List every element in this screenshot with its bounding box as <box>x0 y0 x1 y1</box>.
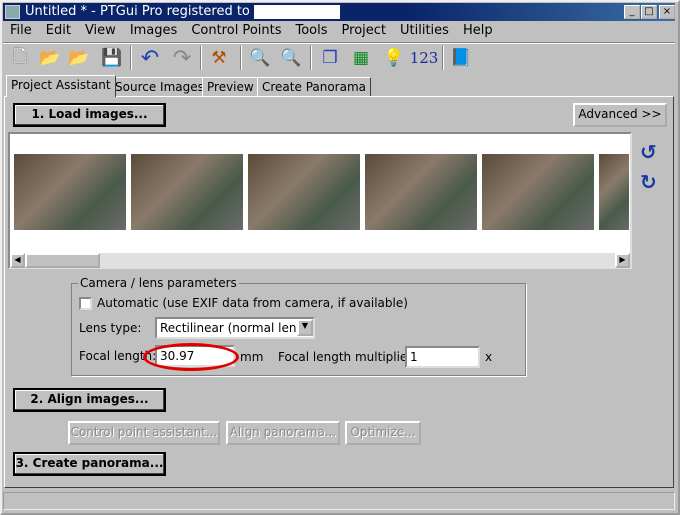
horizontal-scrollbar[interactable] <box>10 253 630 268</box>
menu-bar: File Edit View Images Control Points Too… <box>3 22 500 40</box>
tools-icon[interactable]: ⚒ <box>207 46 231 70</box>
new-file-icon[interactable]: 🗋 <box>8 46 32 70</box>
advanced-button[interactable]: Advanced >> <box>573 103 667 127</box>
lightbulb-icon[interactable]: 💡 <box>382 46 406 70</box>
divider <box>3 42 675 44</box>
open-folder-icon[interactable]: 📂 <box>38 46 62 70</box>
scrollbar-thumb[interactable] <box>25 253 100 268</box>
automatic-checkbox[interactable] <box>79 297 92 310</box>
align-panorama-button[interactable]: Align panorama... <box>226 421 340 445</box>
menu-utilities[interactable]: Utilities <box>393 22 456 40</box>
undo-icon[interactable]: ↶ <box>138 46 162 71</box>
tab-source-images[interactable]: Source Images <box>110 77 209 96</box>
open-recent-icon[interactable]: 📂 <box>67 46 91 70</box>
menu-control-points[interactable]: Control Points <box>184 22 288 40</box>
lens-type-value: Rectilinear (normal lens) <box>160 321 308 335</box>
lens-type-label: Lens type: <box>79 321 142 335</box>
multiplier-unit: x <box>485 350 493 364</box>
optimize-button[interactable]: Optimize... <box>345 421 421 445</box>
align-images-button[interactable]: 2. Align images... <box>13 388 166 412</box>
image-thumbnail[interactable] <box>365 154 477 230</box>
redo-icon[interactable]: ↷ <box>170 46 194 71</box>
zoom-out-icon[interactable]: 🔍 <box>279 46 303 70</box>
maximize-button[interactable]: □ <box>641 5 657 19</box>
menu-edit[interactable]: Edit <box>39 22 78 40</box>
automatic-label: Automatic (use EXIF data from camera, if… <box>97 296 408 310</box>
tab-create-panorama[interactable]: Create Panorama <box>257 77 372 96</box>
menu-file[interactable]: File <box>3 22 39 40</box>
numbers-icon[interactable]: 123 <box>410 46 439 70</box>
minimize-button[interactable]: _ <box>624 5 640 19</box>
redacted-name <box>253 4 340 19</box>
app-icon <box>5 5 20 19</box>
control-point-assistant-button[interactable]: Control point assistant... <box>68 421 220 445</box>
tab-project-assistant[interactable]: Project Assistant <box>6 75 116 97</box>
focal-unit: mm <box>240 350 264 364</box>
zoom-in-icon[interactable]: 🔍 <box>248 46 272 70</box>
window-title: Untitled * - PTGui Pro registered to <box>25 4 250 19</box>
tab-preview[interactable]: Preview <box>202 77 259 96</box>
menu-tools[interactable]: Tools <box>289 22 335 40</box>
scroll-right-icon[interactable]: ▶ <box>615 253 630 268</box>
chevron-down-icon[interactable]: ▼ <box>297 319 313 336</box>
image-thumbnail[interactable] <box>14 154 126 230</box>
image-thumbnail[interactable] <box>482 154 594 230</box>
menu-project[interactable]: Project <box>335 22 393 40</box>
status-bar <box>3 492 675 510</box>
rotate-right-icon[interactable]: ↻ <box>640 170 657 194</box>
image-thumbnail[interactable] <box>248 154 360 230</box>
table-icon[interactable]: ▦ <box>349 46 373 70</box>
menu-help[interactable]: Help <box>456 22 500 40</box>
title-bar: Untitled * - PTGui Pro registered to <box>3 3 675 21</box>
multiplier-label: Focal length multiplier: <box>278 350 417 364</box>
menu-images[interactable]: Images <box>123 22 185 40</box>
help-book-icon[interactable]: 📘 <box>449 46 473 70</box>
load-images-button[interactable]: 1. Load images... <box>13 103 166 127</box>
scroll-left-icon[interactable]: ◀ <box>10 253 25 268</box>
layers-icon[interactable]: ❐ <box>318 46 342 70</box>
image-thumbnail[interactable] <box>599 154 629 230</box>
create-panorama-button[interactable]: 3. Create panorama... <box>13 452 166 476</box>
save-icon[interactable]: 💾 <box>100 46 124 70</box>
rotate-left-icon[interactable]: ↺ <box>640 140 657 164</box>
multiplier-input[interactable]: 1 <box>405 346 480 368</box>
menu-view[interactable]: View <box>78 22 123 40</box>
lens-type-select[interactable]: Rectilinear (normal lens) <box>155 317 315 339</box>
group-label: Camera / lens parameters <box>78 276 239 290</box>
close-button[interactable]: × <box>659 5 675 19</box>
image-thumbnail[interactable] <box>131 154 243 230</box>
